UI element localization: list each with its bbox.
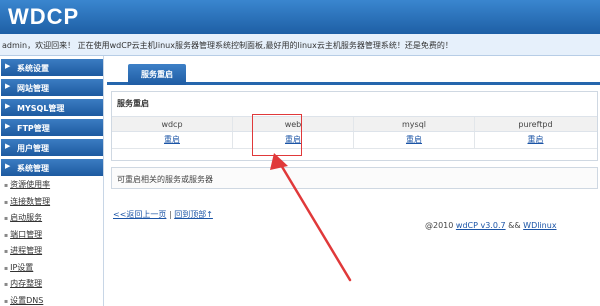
main-content: 服务重启 服务重启 wdcp web mysql pureftpd 重启 重启 … — [107, 56, 600, 306]
service-name-mysql: mysql — [354, 117, 475, 131]
arrow-right-icon: ▶ — [5, 122, 11, 130]
restart-mysql-link[interactable]: 重启 — [406, 135, 422, 144]
service-action-row: 重启 重启 重启 重启 — [112, 132, 597, 149]
submenu-item-label: 连接数管理 — [10, 196, 51, 206]
submenu-item-label: IP设置 — [10, 262, 34, 272]
submenu-item-dns-settings[interactable]: ▪ 设置DNS — [0, 293, 104, 306]
service-restart-panel: 服务重启 wdcp web mysql pureftpd 重启 重启 重启 重启 — [111, 91, 598, 161]
back-to-top-link[interactable]: 回到顶部↑ — [174, 210, 213, 219]
sidebar-item-system-management[interactable]: ▶ 系统管理 — [1, 159, 103, 176]
submenu-item-resource-usage[interactable]: ▪ 资源使用率 — [0, 177, 104, 194]
bullet-icon: ▪ — [4, 182, 9, 189]
submenu-item-label: 端口管理 — [10, 229, 43, 239]
link-separator: | — [168, 210, 172, 219]
bullet-icon: ▪ — [4, 198, 9, 206]
footer-wdcp-link[interactable]: wdCP v3.0.7 — [456, 221, 506, 230]
service-name-pureftpd: pureftpd — [518, 120, 553, 129]
sidebar-item-system-settings[interactable]: ▶ 系统设置 — [1, 59, 103, 76]
sidebar-item-label: MYSQL管理 — [17, 104, 65, 113]
arrow-right-icon: ▶ — [5, 102, 11, 110]
bullet-icon: ▪ — [4, 264, 9, 272]
app-logo: WDCP — [8, 4, 80, 29]
submenu-item-processes[interactable]: ▪ 进程管理 — [0, 243, 104, 260]
sidebar: ▶ 系统设置 ▶ 网站管理 ▶ MYSQL管理 ▶ FTP管理 ▶ 用户管理 ▶… — [0, 56, 104, 306]
sidebar-item-user-management[interactable]: ▶ 用户管理 — [1, 139, 103, 156]
submenu-item-ports[interactable]: ▪ 端口管理 — [0, 227, 104, 244]
restart-wdcp-link[interactable]: 重启 — [164, 135, 180, 144]
sidebar-item-ftp-management[interactable]: ▶ FTP管理 — [1, 119, 103, 136]
action-cell: 重启 — [475, 132, 596, 148]
bullet-icon: ▪ — [4, 231, 9, 239]
info-note: 可重启相关的服务或服务器 — [111, 167, 598, 189]
service-name-wdcp: wdcp — [112, 117, 233, 131]
submenu-item-ip-settings[interactable]: ▪ IP设置 — [0, 260, 104, 277]
sidebar-item-label: 系统设置 — [17, 64, 49, 73]
panel-title: 服务重启 — [117, 99, 149, 108]
tab-bar: 服务重启 — [107, 62, 600, 85]
submenu-item-label: 设置DNS — [10, 295, 44, 305]
submenu-item-label: 内存整理 — [10, 279, 43, 288]
welcome-text: admin，欢迎回来！ 正在使用wdCP云主机linux服务器管理系统控制面板,… — [2, 41, 453, 50]
footer: @2010 wdCP v3.0.7 && WDlinux — [425, 221, 557, 230]
arrow-right-icon: ▶ — [5, 82, 11, 90]
footer-separator: && — [508, 221, 521, 230]
bullet-icon: ▪ — [4, 215, 9, 222]
service-header-row: wdcp web mysql pureftpd — [112, 116, 597, 132]
system-management-submenu: ▪ 资源使用率 ▪ 连接数管理 ▪ 启动服务 ▪ 端口管理 ▪ 进程管理 ▪ IP设置 ▪ 内… — [0, 177, 104, 306]
back-link[interactable]: <<返回上一页 — [113, 210, 166, 219]
sidebar-item-label: 用户管理 — [17, 144, 49, 153]
sidebar-item-label: 系统管理 — [17, 164, 49, 173]
restart-pureftpd-link[interactable]: 重启 — [528, 135, 544, 144]
submenu-item-label: 资源使用率 — [10, 180, 51, 189]
sidebar-item-label: 网站管理 — [17, 84, 49, 93]
bullet-icon: ▪ — [4, 248, 9, 255]
footer-wdlinux-link[interactable]: WDlinux — [523, 221, 556, 230]
sidebar-item-mysql-management[interactable]: ▶ MYSQL管理 — [1, 99, 103, 116]
arrow-right-icon: ▶ — [5, 162, 11, 170]
bullet-icon: ▪ — [4, 281, 9, 288]
submenu-item-connections[interactable]: ▪ 连接数管理 — [0, 194, 104, 211]
highlight-box — [252, 114, 302, 156]
submenu-item-start-services[interactable]: ▪ 启动服务 — [0, 210, 104, 227]
welcome-bar: admin，欢迎回来！ 正在使用wdCP云主机linux服务器管理系统控制面板,… — [0, 34, 600, 56]
page-links: <<返回上一页 | 回到顶部↑ — [113, 209, 213, 220]
submenu-item-memory-cleanup[interactable]: ▪ 内存整理 — [0, 276, 104, 293]
action-cell: 重启 — [354, 132, 475, 148]
sidebar-item-label: FTP管理 — [17, 124, 50, 133]
footer-copyright: @2010 — [425, 221, 454, 230]
arrow-right-icon: ▶ — [5, 142, 11, 150]
submenu-item-label: 启动服务 — [10, 213, 43, 222]
action-cell: 重启 — [112, 132, 233, 148]
tab-service-restart[interactable]: 服务重启 — [128, 64, 186, 85]
arrow-right-icon: ▶ — [5, 62, 11, 70]
top-header: WDCP — [0, 0, 600, 34]
info-note-text: 可重启相关的服务或服务器 — [117, 175, 213, 184]
sidebar-item-site-management[interactable]: ▶ 网站管理 — [1, 79, 103, 96]
bullet-icon: ▪ — [4, 297, 9, 305]
submenu-item-label: 进程管理 — [10, 246, 43, 255]
